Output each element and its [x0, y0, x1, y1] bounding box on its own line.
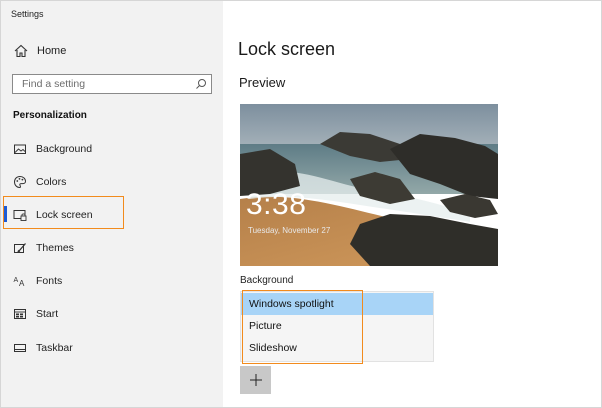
sidebar-item-themes[interactable]: Themes [1, 231, 223, 264]
sidebar-item-background[interactable]: Background [1, 132, 223, 165]
home-nav-item[interactable]: Home [13, 43, 66, 59]
start-icon [14, 308, 26, 319]
palette-icon [13, 175, 27, 188]
sidebar-item-label: Lock screen [36, 208, 93, 221]
search-input[interactable] [13, 75, 192, 93]
lock-screen-preview: 3:38 Tuesday, November 27 [240, 104, 498, 266]
page-title: Lock screen [238, 39, 336, 59]
background-label: Background [240, 275, 294, 286]
sidebar-item-label: Background [36, 142, 93, 155]
sidebar-item-label: Fonts [36, 274, 63, 287]
sidebar-item-colors[interactable]: Colors [1, 165, 223, 198]
preview-date: Tuesday, November 27 [248, 226, 331, 235]
add-button[interactable] [240, 366, 271, 394]
lock-screen-icon [13, 209, 27, 221]
app-title: Settings [11, 9, 44, 19]
themes-icon [14, 242, 26, 253]
taskbar-icon [14, 343, 26, 352]
home-label: Home [37, 45, 67, 57]
svg-text:A: A [14, 277, 19, 284]
sidebar-item-fonts[interactable]: A A Fonts [1, 264, 223, 297]
home-icon [14, 44, 28, 58]
option-windows-spotlight[interactable]: Windows spotlight [241, 293, 433, 315]
preview-time: 3:38 [246, 188, 307, 221]
sidebar: Settings Home Personalization Background… [1, 1, 223, 407]
sidebar-item-label: Taskbar [36, 341, 73, 354]
background-dropdown[interactable]: Windows spotlight Picture Slideshow [240, 291, 434, 362]
preview-heading: Preview [239, 75, 286, 90]
plus-icon [249, 374, 262, 386]
search-box[interactable] [12, 74, 212, 94]
search-icon[interactable] [195, 78, 207, 90]
option-picture[interactable]: Picture [241, 315, 433, 337]
option-slideshow[interactable]: Slideshow [241, 337, 433, 359]
preview-image [240, 104, 498, 266]
sidebar-item-label: Themes [36, 241, 74, 254]
section-heading: Personalization [13, 110, 87, 121]
sidebar-item-label: Colors [36, 175, 67, 188]
fonts-icon: A A [14, 277, 26, 288]
sidebar-item-lock-screen[interactable]: Lock screen [1, 198, 223, 231]
image-icon [14, 144, 26, 154]
sidebar-item-label: Start [36, 307, 59, 320]
svg-text:A: A [19, 279, 25, 288]
sidebar-item-taskbar[interactable]: Taskbar [1, 331, 223, 364]
sidebar-item-start[interactable]: Start [1, 297, 223, 330]
